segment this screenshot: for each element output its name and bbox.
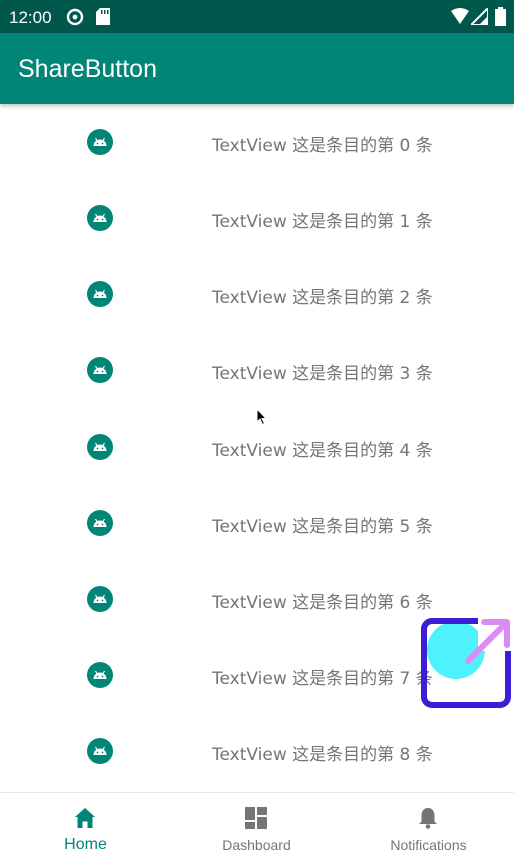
android-icon: [87, 281, 113, 307]
android-icon: [87, 357, 113, 383]
android-icon: [87, 205, 113, 231]
android-icon: [87, 129, 113, 155]
list-item-label: TextView 这是条目的第 6 条: [212, 593, 433, 613]
signal-icon: [468, 5, 489, 29]
share-icon: [421, 617, 512, 708]
mouse-cursor-icon: [256, 407, 268, 430]
android-icon: [87, 738, 113, 764]
nav-notifications[interactable]: Notifications: [343, 793, 514, 859]
list-item[interactable]: TextView 这是条目的第 2 条: [0, 256, 514, 332]
android-icon: [87, 662, 113, 688]
nav-dashboard-label: Dashboard: [222, 837, 291, 853]
list-item-label: TextView 这是条目的第 4 条: [212, 441, 433, 461]
list-item[interactable]: TextView 这是条目的第 3 条: [0, 332, 514, 408]
list-item-label: TextView 这是条目的第 8 条: [212, 745, 433, 765]
app-bar: ShareButton: [0, 33, 514, 104]
list-item-label: TextView 这是条目的第 0 条: [212, 136, 433, 156]
list-item[interactable]: TextView 这是条目的第 5 条: [0, 485, 514, 561]
list-item[interactable]: TextView 这是条目的第 8 条: [0, 713, 514, 789]
wifi-icon: [451, 8, 469, 28]
home-icon: [72, 805, 98, 831]
android-icon: [87, 434, 113, 460]
sd-card-icon: [96, 8, 110, 29]
nav-home-label: Home: [64, 836, 107, 853]
share-button[interactable]: [420, 617, 512, 709]
list-item-label: TextView 这是条目的第 2 条: [212, 288, 433, 308]
nav-notifications-label: Notifications: [390, 837, 467, 853]
list-item[interactable]: TextView 这是条目的第 1 条: [0, 180, 514, 256]
dashboard-icon: [243, 805, 269, 831]
android-icon: [87, 510, 113, 536]
android-icon: [87, 586, 113, 612]
list-item-label: TextView 这是条目的第 1 条: [212, 212, 433, 232]
app-title: ShareButton: [18, 55, 157, 83]
list-item-label: TextView 这是条目的第 5 条: [212, 517, 433, 537]
bottom-navigation: Home Dashboard Notifications: [0, 792, 514, 859]
nav-home[interactable]: Home: [0, 793, 171, 859]
list-item-label: TextView 这是条目的第 3 条: [212, 364, 433, 384]
bell-icon: [415, 805, 441, 831]
list-item-label: TextView 这是条目的第 7 条: [212, 669, 433, 689]
battery-icon: [495, 7, 506, 30]
status-bar: 12:00: [0, 0, 514, 33]
status-time: 12:00: [9, 8, 52, 27]
nav-dashboard[interactable]: Dashboard: [171, 793, 342, 859]
sync-icon: [66, 8, 84, 30]
list-item[interactable]: TextView 这是条目的第 0 条: [0, 104, 514, 180]
